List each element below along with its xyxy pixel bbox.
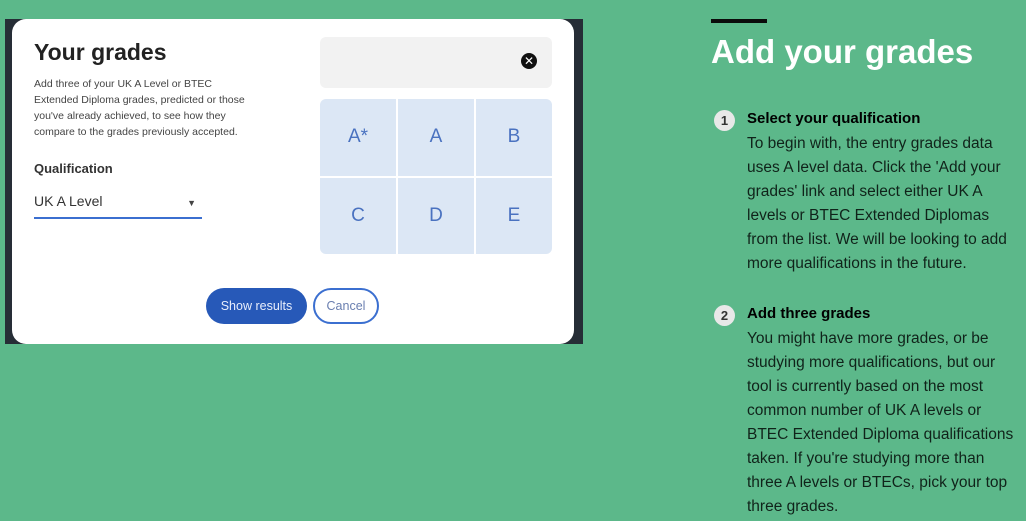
grades-modal: Your grades Add three of your UK A Level… bbox=[12, 19, 574, 344]
caret-down-icon: ▼ bbox=[187, 198, 196, 208]
qualification-select[interactable]: UK A Level ▼ bbox=[34, 193, 202, 219]
grade-b[interactable]: B bbox=[476, 99, 552, 176]
step-title: Select your qualification bbox=[747, 110, 921, 127]
step-2: Add three grades You might have more grad… bbox=[747, 303, 1022, 519]
grade-d[interactable]: D bbox=[398, 177, 474, 254]
cancel-button[interactable]: Cancel bbox=[313, 288, 379, 324]
show-results-button[interactable]: Show results bbox=[206, 288, 307, 324]
grade-c[interactable]: C bbox=[320, 177, 396, 254]
grade-a-star[interactable]: A* bbox=[320, 99, 396, 176]
grade-e[interactable]: E bbox=[476, 177, 552, 254]
qualification-value: UK A Level bbox=[34, 193, 103, 209]
step-1: Select your qualification To begin with, … bbox=[747, 108, 1022, 276]
step-text: To begin with, the entry grades data use… bbox=[747, 135, 1007, 272]
clear-icon[interactable]: ✕ bbox=[521, 53, 537, 69]
step-number: 2 bbox=[714, 305, 735, 326]
step-title: Add three grades bbox=[747, 305, 871, 322]
modal-title: Your grades bbox=[34, 39, 167, 65]
modal-description: Add three of your UK A Level or BTEC Ext… bbox=[34, 78, 245, 138]
grades-input[interactable]: ✕ bbox=[320, 37, 552, 88]
grade-picker: A* A B C D E bbox=[320, 99, 552, 254]
panel-title: Add your grades bbox=[711, 33, 974, 70]
title-accent-bar bbox=[711, 19, 767, 23]
step-number: 1 bbox=[714, 110, 735, 131]
grade-a[interactable]: A bbox=[398, 99, 474, 176]
qualification-label: Qualification bbox=[34, 161, 113, 176]
step-text: You might have more grades, or be studyi… bbox=[747, 330, 1014, 515]
